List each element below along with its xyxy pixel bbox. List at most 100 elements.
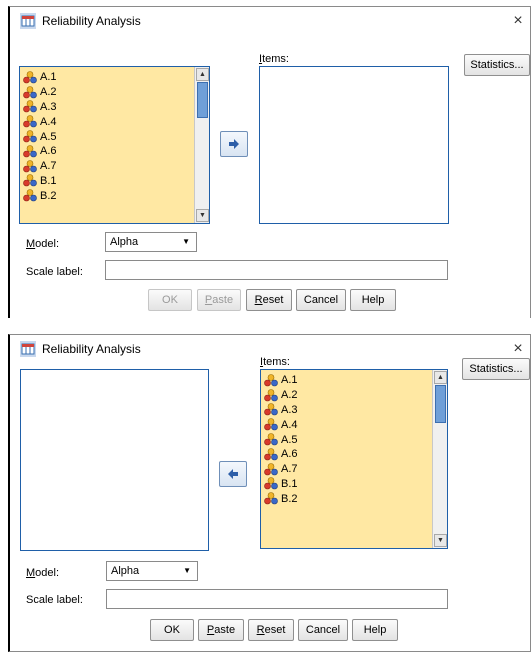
variable-list-item[interactable]: B.2 <box>23 188 193 203</box>
scale-variable-icon <box>264 374 278 387</box>
variable-name: A.4 <box>281 418 298 431</box>
model-value: Alpha <box>110 236 139 248</box>
close-icon[interactable]: × <box>508 11 528 31</box>
scroll-up-icon[interactable]: ▲ <box>196 68 209 81</box>
scale-variable-icon <box>23 71 37 84</box>
ok-button[interactable]: OK <box>150 619 194 641</box>
spss-app-icon <box>20 341 36 357</box>
variable-name: A.5 <box>40 130 57 143</box>
scale-variable-icon <box>23 85 37 98</box>
statistics-button[interactable]: Statistics... <box>462 358 530 380</box>
source-list-scrollbar[interactable]: ▲ ▼ <box>194 67 209 223</box>
scale-variable-icon <box>264 448 278 461</box>
items-label-text: tems: <box>262 53 289 65</box>
items-list[interactable] <box>259 66 449 224</box>
scale-label-input[interactable] <box>105 260 448 280</box>
scroll-thumb[interactable] <box>435 385 446 423</box>
variable-list-item[interactable]: A.2 <box>264 388 431 403</box>
variable-list-item[interactable]: A.3 <box>264 403 431 418</box>
source-variable-rows: A.1 A.2 A.3 A.4 A.5 A.6 A.7 B.1 B.2 <box>23 70 193 203</box>
title-bar: Reliability Analysis × <box>10 7 530 35</box>
variable-name: B.2 <box>40 189 57 202</box>
variable-name: A.2 <box>281 389 298 402</box>
variable-list-item[interactable]: A.1 <box>264 373 431 388</box>
dialog-title: Reliability Analysis <box>42 14 141 28</box>
variable-name: A.2 <box>40 86 57 99</box>
variable-list-item[interactable]: A.4 <box>23 114 193 129</box>
variable-list-item[interactable]: A.6 <box>23 144 193 159</box>
scroll-down-icon[interactable]: ▼ <box>434 534 447 547</box>
spss-app-icon <box>20 13 36 29</box>
help-button[interactable]: Help <box>352 619 398 641</box>
source-variable-list[interactable] <box>20 369 209 551</box>
reset-text: eset <box>262 294 284 306</box>
variable-list-item[interactable]: B.1 <box>23 174 193 189</box>
variable-name: A.7 <box>40 160 57 173</box>
close-icon[interactable]: × <box>508 339 528 359</box>
model-label: Model: <box>26 238 59 250</box>
variable-name: A.1 <box>40 71 57 84</box>
variable-name: A.3 <box>281 403 298 416</box>
move-to-items-button[interactable] <box>220 131 248 157</box>
scale-label-label: Scale label: <box>26 266 83 278</box>
help-button[interactable]: Help <box>350 289 396 311</box>
scale-variable-icon <box>264 433 278 446</box>
variable-list-item[interactable]: A.7 <box>264 462 431 477</box>
ok-button[interactable]: OK <box>148 289 192 311</box>
variable-name: A.1 <box>281 374 298 387</box>
variable-name: A.7 <box>281 463 298 476</box>
items-list[interactable]: A.1 A.2 A.3 A.4 A.5 A.6 A.7 B.1 B.2 ▲ ▼ <box>260 369 448 549</box>
variable-list-item[interactable]: A.2 <box>23 85 193 100</box>
model-label-text: odel: <box>35 238 60 250</box>
scale-variable-icon <box>23 189 37 202</box>
variable-list-item[interactable]: A.5 <box>264 432 431 447</box>
scale-variable-icon <box>23 159 37 172</box>
cancel-button[interactable]: Cancel <box>298 619 348 641</box>
variable-list-item[interactable]: A.5 <box>23 129 193 144</box>
variable-list-item[interactable]: A.1 <box>23 70 193 85</box>
statistics-button[interactable]: Statistics... <box>464 54 530 76</box>
variable-name: B.2 <box>281 492 298 505</box>
scale-variable-icon <box>264 492 278 505</box>
paste-button[interactable]: Paste <box>198 619 244 641</box>
variable-name: A.6 <box>281 448 298 461</box>
model-label-mnemonic: M <box>26 567 36 579</box>
items-label: Items: <box>260 356 290 368</box>
variable-name: A.3 <box>40 100 57 113</box>
items-label: Items: <box>259 53 289 65</box>
move-to-source-button[interactable] <box>219 461 247 487</box>
chevron-down-icon: ▼ <box>182 237 190 246</box>
model-dropdown[interactable]: Alpha ▼ <box>106 561 198 581</box>
cancel-button[interactable]: Cancel <box>296 289 346 311</box>
items-list-scrollbar[interactable]: ▲ ▼ <box>432 370 447 548</box>
model-dropdown[interactable]: Alpha ▼ <box>105 232 197 252</box>
arrow-left-icon <box>228 469 238 479</box>
variable-list-item[interactable]: A.7 <box>23 159 193 174</box>
model-value: Alpha <box>111 565 140 577</box>
scale-variable-icon <box>23 174 37 187</box>
variable-name: B.1 <box>40 174 57 187</box>
source-variable-list[interactable]: A.1 A.2 A.3 A.4 A.5 A.6 A.7 B.1 B.2 ▲ ▼ <box>19 66 210 224</box>
scale-label-input[interactable] <box>106 589 448 609</box>
scale-variable-icon <box>23 130 37 143</box>
items-rows: A.1 A.2 A.3 A.4 A.5 A.6 A.7 B.1 B.2 <box>264 373 431 506</box>
scale-variable-icon <box>264 477 278 490</box>
variable-list-item[interactable]: B.1 <box>264 477 431 492</box>
variable-list-item[interactable]: A.6 <box>264 447 431 462</box>
reset-button[interactable]: Reset <box>246 289 292 311</box>
reset-button[interactable]: Reset <box>248 619 294 641</box>
scroll-thumb[interactable] <box>197 82 208 118</box>
scroll-up-icon[interactable]: ▲ <box>434 371 447 384</box>
paste-button[interactable]: Paste <box>197 289 241 311</box>
variable-name: A.4 <box>40 115 57 128</box>
variable-list-item[interactable]: A.3 <box>23 100 193 115</box>
background-strip <box>0 318 531 334</box>
variable-name: B.1 <box>281 477 298 490</box>
reset-mnemonic: R <box>254 294 263 306</box>
variable-list-item[interactable]: B.2 <box>264 491 431 506</box>
scale-variable-icon <box>23 100 37 113</box>
variable-list-item[interactable]: A.4 <box>264 417 431 432</box>
model-label-mnemonic: M <box>26 238 36 250</box>
arrow-right-icon <box>229 139 239 149</box>
scroll-down-icon[interactable]: ▼ <box>196 209 209 222</box>
